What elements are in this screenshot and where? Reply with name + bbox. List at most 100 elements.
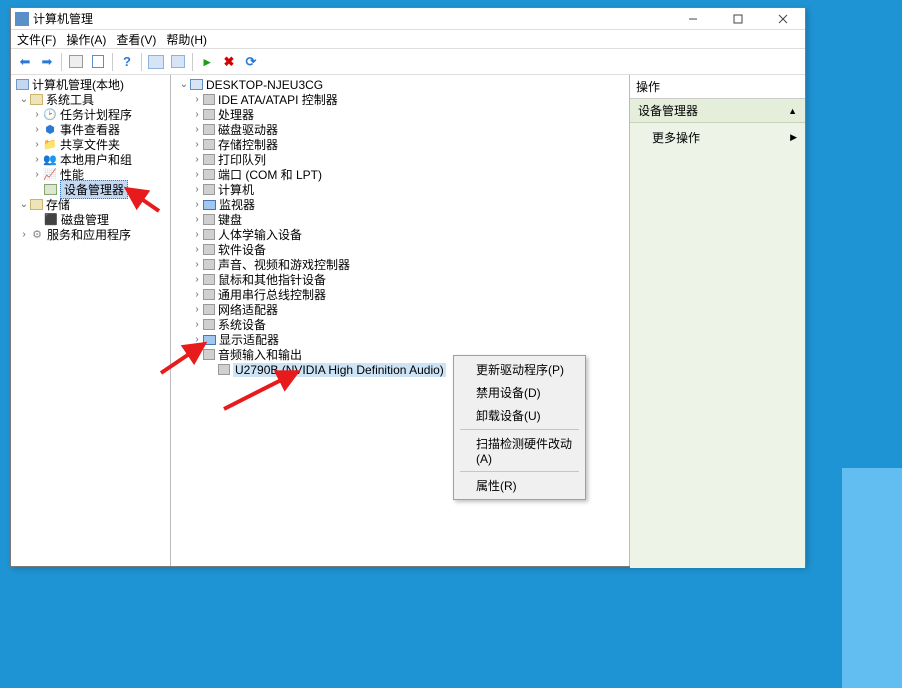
- tree-disk-management[interactable]: ⬛ 磁盘管理: [11, 212, 170, 227]
- menu-action[interactable]: 操作(A): [66, 31, 106, 48]
- expand-icon[interactable]: ›: [32, 154, 42, 165]
- tree-local-users[interactable]: › 👥 本地用户和组: [11, 152, 170, 167]
- chevron-right-icon: ▶: [790, 132, 797, 143]
- expand-icon[interactable]: ›: [192, 109, 202, 120]
- disable-button[interactable]: ✖: [219, 52, 239, 72]
- collapse-icon[interactable]: ⌄: [192, 349, 202, 360]
- device-storage-ctrl[interactable]: › 存储控制器: [171, 137, 629, 152]
- device-software[interactable]: › 软件设备: [171, 242, 629, 257]
- ide-icon: [203, 94, 215, 105]
- toolbar-separator: [192, 53, 193, 71]
- device-sound[interactable]: › 声音、视频和游戏控制器: [171, 257, 629, 272]
- computer-icon: [190, 79, 203, 90]
- tree-event-viewer[interactable]: › ⬢ 事件查看器: [11, 122, 170, 137]
- expand-icon[interactable]: ›: [192, 274, 202, 285]
- menu-update-driver[interactable]: 更新驱动程序(P): [456, 358, 583, 381]
- device-hid[interactable]: › 人体学输入设备: [171, 227, 629, 242]
- usb-icon: [203, 289, 215, 300]
- collapse-icon[interactable]: ⌄: [179, 79, 189, 90]
- expand-icon[interactable]: ›: [32, 124, 42, 135]
- scope-button[interactable]: [66, 52, 86, 72]
- expand-icon[interactable]: ›: [32, 109, 42, 120]
- device-cpu[interactable]: › 处理器: [171, 107, 629, 122]
- menu-properties[interactable]: 属性(R): [456, 474, 583, 497]
- expand-icon[interactable]: ›: [192, 154, 202, 165]
- device-keyboards[interactable]: › 键盘: [171, 212, 629, 227]
- device-network[interactable]: › 网络适配器: [171, 302, 629, 317]
- tools-icon: [30, 94, 43, 105]
- port-icon: [203, 169, 215, 180]
- menu-view[interactable]: 查看(V): [116, 31, 156, 48]
- devices-button[interactable]: [168, 52, 188, 72]
- toolbar: ⬅ ➡ ? ▸ ✖ ⟳: [11, 49, 805, 75]
- collapse-icon[interactable]: ⌄: [19, 94, 29, 105]
- expand-icon[interactable]: ›: [32, 169, 42, 180]
- device-mice[interactable]: › 鼠标和其他指针设备: [171, 272, 629, 287]
- expand-icon[interactable]: ›: [192, 94, 202, 105]
- expand-icon[interactable]: ›: [192, 184, 202, 195]
- maximize-button[interactable]: [715, 8, 760, 30]
- disk-icon: ⬛: [44, 213, 58, 226]
- tree-shared-folders[interactable]: › 📁 共享文件夹: [11, 137, 170, 152]
- device-ports[interactable]: › 端口 (COM 和 LPT): [171, 167, 629, 182]
- device-print-queue[interactable]: › 打印队列: [171, 152, 629, 167]
- expand-icon[interactable]: ›: [192, 334, 202, 345]
- menu-disable-device[interactable]: 禁用设备(D): [456, 381, 583, 404]
- menu-help[interactable]: 帮助(H): [166, 31, 207, 48]
- device-system[interactable]: › 系统设备: [171, 317, 629, 332]
- action-label: 更多操作: [652, 129, 700, 146]
- monitor-icon: [203, 200, 216, 210]
- properties-button[interactable]: [88, 52, 108, 72]
- toolbar-separator: [112, 53, 113, 71]
- device-usb[interactable]: › 通用串行总线控制器: [171, 287, 629, 302]
- device-computer-root[interactable]: ⌄ DESKTOP-NJEU3CG: [171, 77, 629, 92]
- expand-icon[interactable]: ›: [19, 229, 29, 240]
- tree-system-tools[interactable]: ⌄ 系统工具: [11, 92, 170, 107]
- expand-icon[interactable]: ›: [192, 139, 202, 150]
- tree-services-apps[interactable]: › ⚙ 服务和应用程序: [11, 227, 170, 242]
- device-manager-icon: [44, 184, 57, 195]
- expand-icon[interactable]: ›: [192, 244, 202, 255]
- expand-icon[interactable]: ›: [192, 229, 202, 240]
- device-ide[interactable]: › IDE ATA/ATAPI 控制器: [171, 92, 629, 107]
- menu-uninstall-device[interactable]: 卸载设备(U): [456, 404, 583, 427]
- expand-icon[interactable]: ›: [32, 139, 42, 150]
- actions-section-header[interactable]: 设备管理器 ▲: [630, 99, 805, 123]
- help-button[interactable]: ?: [117, 52, 137, 72]
- tree-device-manager[interactable]: 设备管理器: [11, 182, 170, 197]
- expand-icon[interactable]: ›: [192, 169, 202, 180]
- tree-storage[interactable]: ⌄ 存储: [11, 197, 170, 212]
- menubar: 文件(F) 操作(A) 查看(V) 帮助(H): [11, 30, 805, 49]
- forward-button[interactable]: ➡: [37, 52, 57, 72]
- menu-file[interactable]: 文件(F): [17, 31, 56, 48]
- expand-icon[interactable]: ›: [192, 259, 202, 270]
- expand-icon[interactable]: ›: [192, 289, 202, 300]
- expand-icon[interactable]: ›: [192, 319, 202, 330]
- computer-type-icon: [203, 184, 215, 195]
- device-computer-node[interactable]: › 计算机: [171, 182, 629, 197]
- storage-icon: [203, 139, 215, 150]
- tree-task-scheduler[interactable]: › 🕑 任务计划程序: [11, 107, 170, 122]
- show-hidden-button[interactable]: [146, 52, 166, 72]
- close-button[interactable]: [760, 8, 805, 30]
- content-area: 计算机管理(本地) ⌄ 系统工具 › 🕑 任务计划程序 › ⬢ 事件查看器: [11, 75, 805, 566]
- menu-separator: [460, 471, 579, 472]
- collapse-icon[interactable]: ⌄: [19, 199, 29, 210]
- back-button[interactable]: ⬅: [15, 52, 35, 72]
- device-monitors[interactable]: › 监视器: [171, 197, 629, 212]
- device-display[interactable]: › 显示适配器: [171, 332, 629, 347]
- tree-root[interactable]: 计算机管理(本地): [11, 77, 170, 92]
- expand-icon[interactable]: ›: [192, 199, 202, 210]
- action-more-actions[interactable]: 更多操作 ▶: [652, 127, 805, 148]
- minimize-button[interactable]: [670, 8, 715, 30]
- collapse-icon[interactable]: ▲: [788, 106, 797, 116]
- device-disk-drives[interactable]: › 磁盘驱动器: [171, 122, 629, 137]
- expand-icon[interactable]: ›: [192, 304, 202, 315]
- tree-label: 设备管理器: [60, 180, 128, 199]
- expand-icon[interactable]: ›: [192, 214, 202, 225]
- refresh-button[interactable]: ⟳: [241, 52, 261, 72]
- menu-scan-hardware[interactable]: 扫描检测硬件改动(A): [456, 432, 583, 469]
- hid-icon: [203, 229, 215, 240]
- expand-icon[interactable]: ›: [192, 124, 202, 135]
- enable-button[interactable]: ▸: [197, 52, 217, 72]
